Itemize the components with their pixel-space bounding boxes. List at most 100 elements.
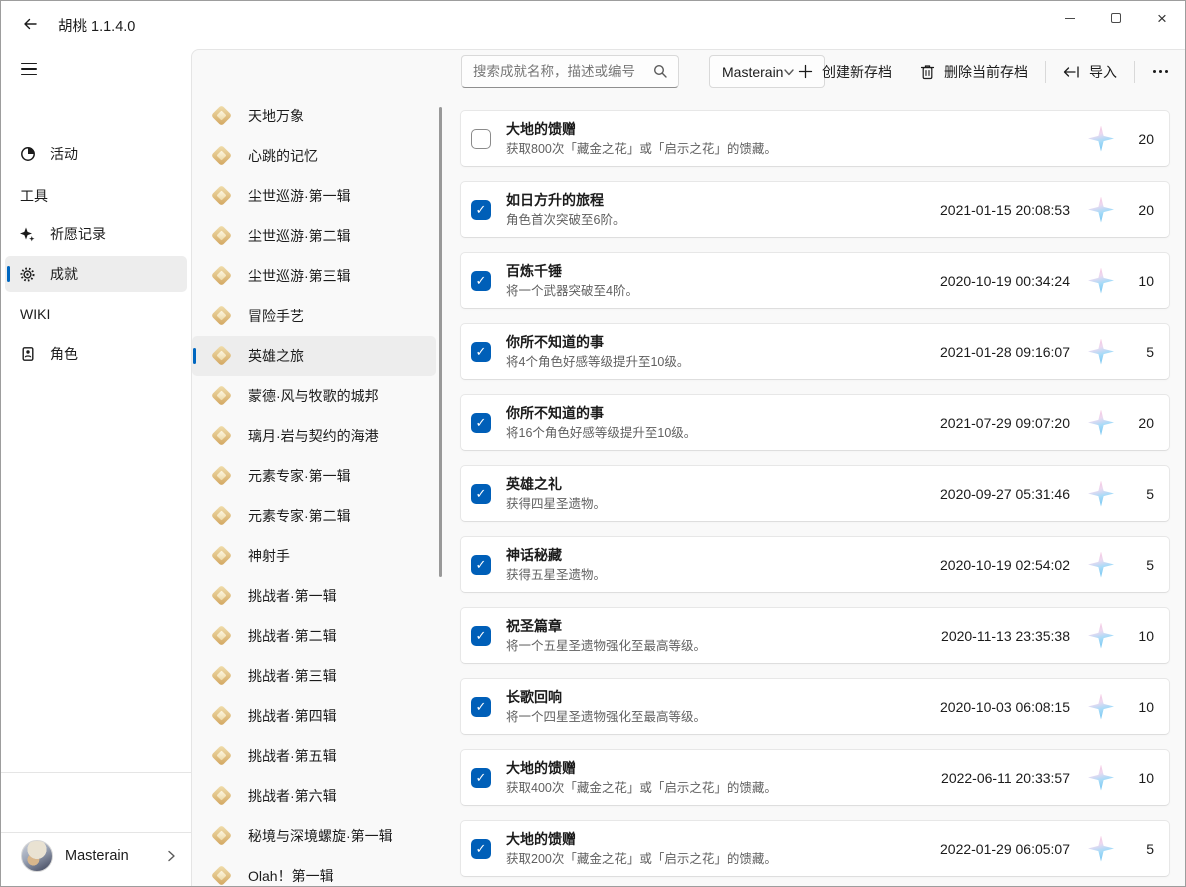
- primogem-count: 5: [1130, 344, 1154, 360]
- category-label: 尘世巡游·第三辑: [248, 266, 351, 286]
- achievement-checkbox[interactable]: [471, 413, 491, 433]
- primogem-count: 10: [1130, 273, 1154, 289]
- more-icon: [1153, 70, 1156, 73]
- category-item[interactable]: 天地万象: [192, 96, 436, 136]
- delete-archive-button[interactable]: 删除当前存档: [909, 56, 1039, 88]
- sidebar-item-activity[interactable]: 活动: [5, 136, 187, 172]
- category-item[interactable]: 挑战者·第三辑: [192, 656, 436, 696]
- category-emblem-icon: [210, 624, 234, 648]
- category-item[interactable]: 冒险手艺: [192, 296, 436, 336]
- category-item[interactable]: 璃月·岩与契约的海港: [192, 416, 436, 456]
- category-label: 冒险手艺: [248, 306, 304, 326]
- category-emblem-icon: [210, 304, 234, 328]
- sidebar-item-characters[interactable]: 角色: [5, 336, 187, 372]
- category-item[interactable]: 蒙德·风与牧歌的城邦: [192, 376, 436, 416]
- achievement-title: 神话秘藏: [506, 547, 940, 564]
- category-item[interactable]: 英雄之旅: [192, 336, 436, 376]
- primogem-icon: [1088, 481, 1114, 507]
- sidebar: 活动 工具 祈愿记录 成就 WIKI 角色 Masterain: [1, 49, 191, 886]
- import-button[interactable]: 导入: [1052, 56, 1128, 88]
- achievement-checkbox[interactable]: [471, 271, 491, 291]
- primogem-icon: [1088, 765, 1114, 791]
- category-label: 秘境与深境螺旋·第一辑: [248, 826, 393, 846]
- category-label: 天地万象: [248, 106, 304, 126]
- achievement-description: 将一个五星圣遗物强化至最高等级。: [506, 639, 941, 654]
- category-item[interactable]: 尘世巡游·第二辑: [192, 216, 436, 256]
- category-emblem-icon: [210, 184, 234, 208]
- category-emblem-icon: [210, 224, 234, 248]
- category-item[interactable]: 挑战者·第六辑: [192, 776, 436, 816]
- achievement-checkbox[interactable]: [471, 839, 491, 859]
- category-item[interactable]: Olah！第一辑: [192, 856, 436, 887]
- achievement-checkbox[interactable]: [471, 200, 491, 220]
- category-emblem-icon: [210, 664, 234, 688]
- sidebar-item-label: 活动: [50, 144, 78, 164]
- search-input[interactable]: [473, 64, 653, 79]
- category-item[interactable]: 秘境与深境螺旋·第一辑: [192, 816, 436, 856]
- category-item[interactable]: 元素专家·第二辑: [192, 496, 436, 536]
- category-item[interactable]: 元素专家·第一辑: [192, 456, 436, 496]
- category-label: 蒙德·风与牧歌的城邦: [248, 386, 379, 406]
- primogem-icon: [1088, 339, 1114, 365]
- import-icon: [1063, 65, 1080, 79]
- category-item[interactable]: 神射手: [192, 536, 436, 576]
- sidebar-item-label: 成就: [50, 264, 78, 284]
- achievement-card: 你所不知道的事 将4个角色好感等级提升至10级。 2021-01-28 09:1…: [460, 323, 1170, 380]
- app-title: 胡桃 1.1.4.0: [58, 15, 135, 36]
- achievement-description: 角色首次突破至6阶。: [506, 213, 940, 228]
- primogem-count: 5: [1130, 557, 1154, 573]
- achievement-date: 2020-10-19 00:34:24: [940, 273, 1070, 289]
- back-button[interactable]: [13, 9, 47, 39]
- maximize-button[interactable]: [1093, 1, 1139, 35]
- primogem-count: 10: [1130, 699, 1154, 715]
- achievement-date: 2022-06-11 20:33:57: [941, 770, 1070, 786]
- minimize-button[interactable]: [1047, 1, 1093, 35]
- category-emblem-icon: [210, 104, 234, 128]
- achievement-checkbox[interactable]: [471, 484, 491, 504]
- primogem-count: 5: [1130, 841, 1154, 857]
- category-item[interactable]: 尘世巡游·第三辑: [192, 256, 436, 296]
- back-arrow-icon: [22, 16, 38, 32]
- sidebar-divider: [1, 832, 191, 833]
- achievement-description: 获得五星圣遗物。: [506, 568, 940, 583]
- titlebar: 胡桃 1.1.4.0 ×: [1, 1, 1185, 49]
- achievement-description: 将一个四星圣遗物强化至最高等级。: [506, 710, 940, 725]
- category-item[interactable]: 心跳的记忆: [192, 136, 436, 176]
- category-item[interactable]: 挑战者·第二辑: [192, 616, 436, 656]
- nav-menu-button[interactable]: [15, 54, 49, 84]
- user-avatar: [21, 840, 53, 872]
- achievement-title: 大地的馈赠: [506, 831, 940, 848]
- category-item[interactable]: 挑战者·第一辑: [192, 576, 436, 616]
- achievement-card: 大地的馈赠 获取200次「藏金之花」或「启示之花」的馈藏。 2022-01-29…: [460, 820, 1170, 877]
- primogem-icon: [1088, 552, 1114, 578]
- achievement-date: 2020-10-19 02:54:02: [940, 557, 1070, 573]
- achievement-checkbox[interactable]: [471, 768, 491, 788]
- category-emblem-icon: [210, 584, 234, 608]
- achievement-checkbox[interactable]: [471, 129, 491, 149]
- category-label: 挑战者·第五辑: [248, 746, 337, 766]
- app-window: 胡桃 1.1.4.0 × 活动 工具 祈愿记录 成就: [0, 0, 1186, 887]
- sidebar-section-tools: 工具: [20, 186, 48, 206]
- category-item[interactable]: 挑战者·第四辑: [192, 696, 436, 736]
- category-emblem-icon: [210, 784, 234, 808]
- category-emblem-icon: [210, 504, 234, 528]
- category-item[interactable]: 挑战者·第五辑: [192, 736, 436, 776]
- achievement-card: 祝圣篇章 将一个五星圣遗物强化至最高等级。 2020-11-13 23:35:3…: [460, 607, 1170, 664]
- search-box: [461, 55, 679, 88]
- sidebar-item-wish-history[interactable]: 祈愿记录: [5, 216, 187, 252]
- achievement-checkbox[interactable]: [471, 697, 491, 717]
- close-button[interactable]: ×: [1139, 1, 1185, 35]
- achievement-description: 获取400次「藏金之花」或「启示之花」的馈藏。: [506, 781, 941, 796]
- achievement-checkbox[interactable]: [471, 555, 491, 575]
- sidebar-item-label: 角色: [50, 344, 78, 364]
- category-scrollbar-thumb[interactable]: [439, 107, 442, 577]
- user-account-button[interactable]: Masterain: [1, 835, 191, 877]
- sidebar-item-achievements[interactable]: 成就: [5, 256, 187, 292]
- primogem-icon: [1088, 836, 1114, 862]
- achievement-checkbox[interactable]: [471, 342, 491, 362]
- more-options-button[interactable]: [1141, 56, 1179, 88]
- achievement-title: 大地的馈赠: [506, 121, 1070, 138]
- achievement-checkbox[interactable]: [471, 626, 491, 646]
- create-archive-button[interactable]: 创建新存档: [787, 56, 903, 88]
- category-item[interactable]: 尘世巡游·第一辑: [192, 176, 436, 216]
